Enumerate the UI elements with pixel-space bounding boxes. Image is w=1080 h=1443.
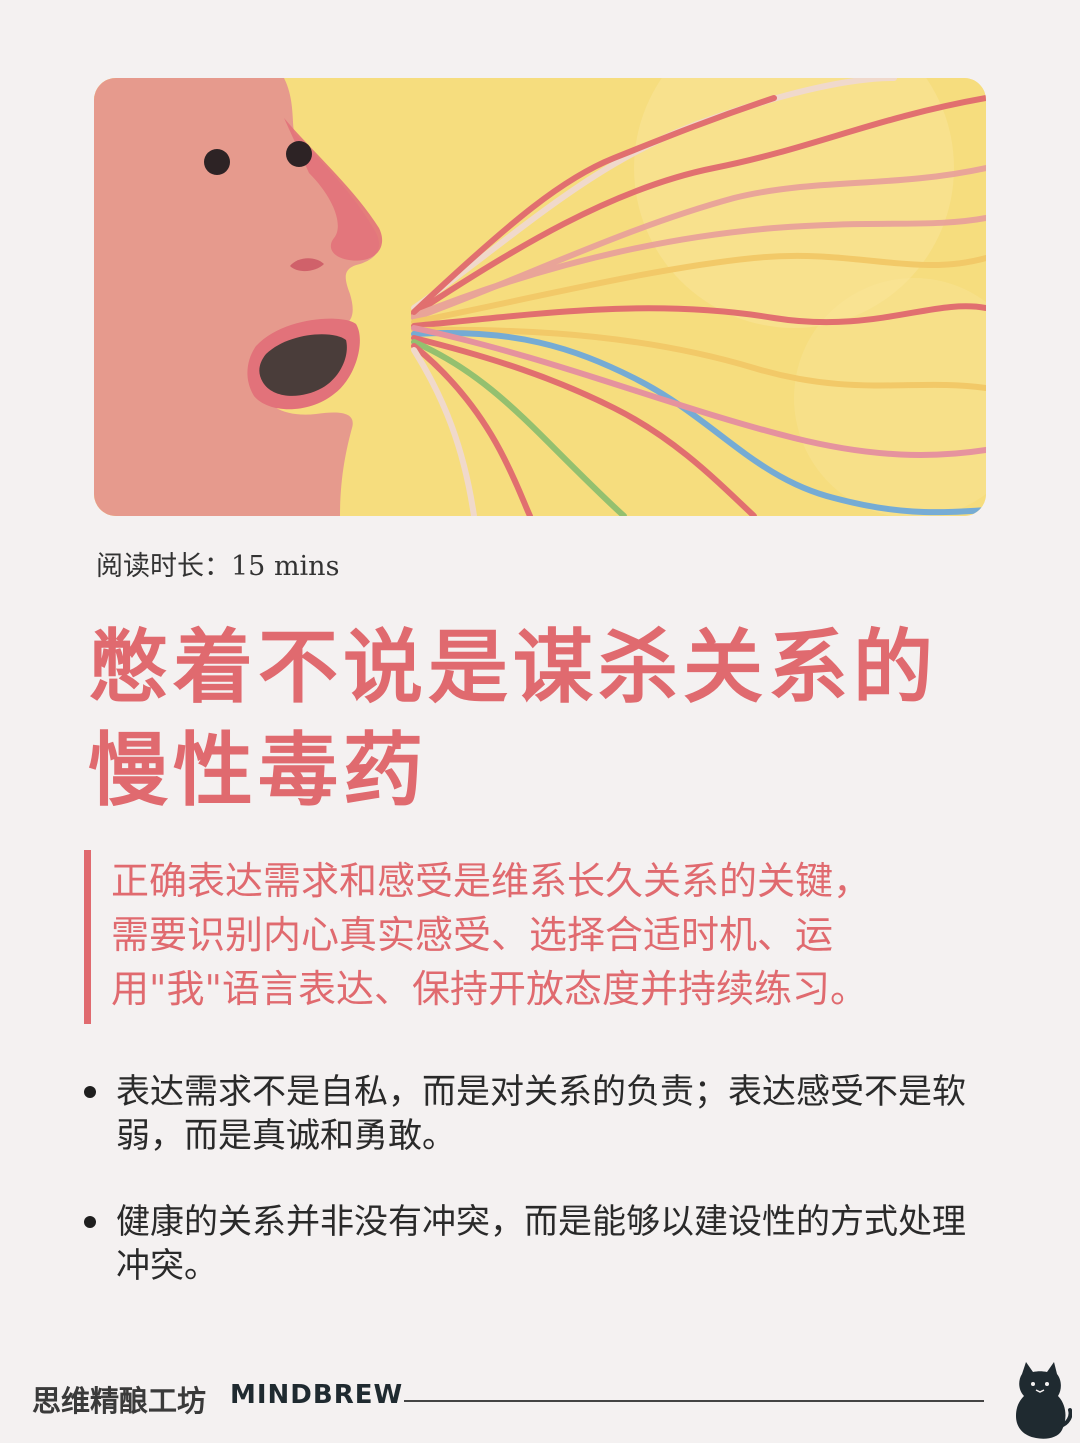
cat-logo-icon (1016, 1362, 1072, 1439)
quote-line-1: 正确表达需求和感受是维系长久关系的关键， (111, 859, 872, 903)
quote-line-2: 需要识别内心真实感受、选择合适时机、运 (111, 913, 834, 957)
person-speaking-illustration-icon (94, 78, 986, 516)
title-line-1: 憋着不说是谋杀关系的 (88, 620, 938, 714)
list-item: 表达需求不是自私，而是对关系的负责；表达感受不是软弱，而是真诚和勇敢。 (80, 1070, 990, 1158)
bullet-dot-icon (84, 1086, 96, 1098)
footer: 思维精酿工坊 MINDBREW (32, 1362, 1072, 1439)
footer-divider (404, 1400, 984, 1402)
reading-time: 阅读时长：15 mins (96, 551, 340, 582)
brand-name-en: MINDBREW (230, 1380, 404, 1410)
title-line-2: 慢性毒药 (88, 723, 428, 817)
brand-name-cn: 思维精酿工坊 (32, 1384, 207, 1418)
list-item-text: 健康的关系并非没有冲突，而是能够以建设性的方式处理冲突。 (116, 1202, 966, 1286)
page-title: 憋着不说是谋杀关系的 慢性毒药 (88, 616, 1008, 822)
key-points-list: 表达需求不是自私，而是对关系的负责；表达感受不是软弱，而是真诚和勇敢。 健康的关… (80, 1070, 990, 1330)
hero-illustration (94, 78, 986, 516)
list-item: 健康的关系并非没有冲突，而是能够以建设性的方式处理冲突。 (80, 1200, 990, 1288)
quote-line-3: 用"我"语言表达、保持开放态度并持续练习。 (111, 967, 868, 1011)
list-item-text: 表达需求不是自私，而是对关系的负责；表达感受不是软弱，而是真诚和勇敢。 (116, 1072, 966, 1156)
bullet-dot-icon (84, 1216, 96, 1228)
summary-quote: 正确表达需求和感受是维系长久关系的关键， 需要识别内心真实感受、选择合适时机、运… (84, 850, 984, 1024)
